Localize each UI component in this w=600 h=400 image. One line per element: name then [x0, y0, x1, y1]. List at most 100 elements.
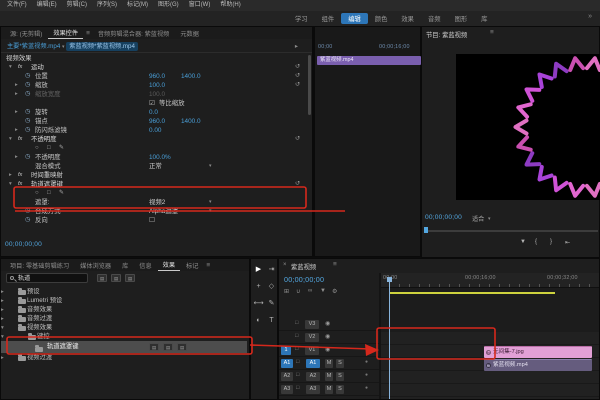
panel-tab[interactable]: 音频剪辑混合器: 紫蓝视频 [93, 28, 175, 39]
panel-menu-icon[interactable]: ≡ [331, 261, 339, 268]
program-tab[interactable]: 节目: 紫蓝视频 [426, 30, 467, 39]
chevron-down-icon[interactable]: ▾ [62, 44, 65, 50]
mute-button[interactable]: M [325, 359, 333, 368]
panel-tab[interactable]: 库 [117, 260, 133, 271]
menubar-item[interactable]: 剪辑(C) [63, 0, 91, 11]
slip-tool[interactable]: ⟷ [253, 298, 264, 310]
panel-tab[interactable]: 项目: 零基础剪辑练习 [5, 260, 74, 271]
effect-row[interactable]: 混合模式正常▾ [1, 162, 307, 171]
track-name-a2[interactable]: A2 [306, 372, 320, 381]
workspace-overflow-icon[interactable]: » [588, 13, 592, 20]
playhead-line[interactable] [389, 277, 390, 399]
snap-icon[interactable]: ∪ [296, 288, 300, 295]
mask-rect-icon[interactable]: □ [47, 189, 51, 198]
mask-pen-icon[interactable]: ✎ [59, 144, 64, 153]
param-value[interactable]: 100.0 [149, 90, 165, 99]
timeline-timecode[interactable]: 00;00;00;00 [284, 275, 324, 284]
effect-row[interactable]: 遮罩:视频2▾ [1, 198, 307, 207]
mute-button[interactable]: M [325, 385, 333, 394]
effect-item-selected[interactable]: 轨道遮罩键▤▤▤ [1, 341, 247, 353]
scrollbar[interactable] [308, 55, 311, 115]
effect-row[interactable]: ▾fx不透明度↺ [1, 135, 307, 144]
mic-icon[interactable]: ● [365, 359, 368, 365]
track-eye-icon[interactable]: ◉ [325, 320, 330, 327]
twirl-icon[interactable]: ▸ [1, 316, 4, 322]
twirl-icon[interactable]: ▸ [15, 81, 18, 90]
reset-icon[interactable]: ↺ [295, 72, 300, 81]
effect-name[interactable]: 不透明度 [31, 135, 57, 144]
program-timecode[interactable]: 00;00;00;00 [425, 214, 462, 221]
stopwatch-icon[interactable]: ◷ [25, 126, 30, 135]
track-select-tool[interactable]: ⇥ [266, 264, 277, 276]
workspace-tab-active[interactable]: 编辑 [341, 13, 368, 24]
effect-controls-timecode[interactable]: 00;00;00;00 [5, 241, 42, 248]
effect-row[interactable]: ▸◷不透明度100.0% [1, 153, 307, 162]
effects-search-box[interactable]: 轨道 [6, 273, 88, 283]
mute-button[interactable]: M [325, 372, 333, 381]
audio-track-header-a2[interactable]: A2□A2MS● [279, 370, 379, 383]
timeline-clip[interactable]: fx紫蓝视频.mp4 [484, 359, 592, 371]
chevron-down-icon[interactable]: ▾ [209, 207, 212, 216]
stopwatch-icon[interactable]: ◷ [25, 216, 30, 225]
panel-menu-icon[interactable]: ≡ [204, 262, 212, 269]
hand-tool[interactable]: ◐ [253, 315, 264, 327]
twirl-icon[interactable]: ▸ [15, 153, 18, 162]
track-eye-icon[interactable]: ◉ [325, 346, 330, 353]
mic-icon[interactable]: ● [365, 385, 368, 391]
lift-button[interactable]: { [535, 239, 537, 245]
show-keyframes-icon[interactable]: ▸ [295, 41, 298, 53]
workspace-tab-item[interactable]: 音频 [421, 13, 448, 24]
twirl-icon[interactable]: ▸ [15, 90, 18, 99]
add-marker-icon[interactable]: ▼ [320, 288, 326, 294]
panel-menu-icon[interactable]: ≡ [84, 30, 92, 37]
timeline-clip[interactable]: fx无间集-7.jpg [484, 346, 592, 358]
rolling-edit-tool[interactable]: ◇ [266, 281, 277, 293]
panel-menu-icon[interactable]: ≡ [488, 29, 496, 36]
workspace-tab-item[interactable]: 组件 [315, 13, 342, 24]
sequence-clip-label[interactable]: 紫蓝视频*紫蓝视频.mp4 [66, 42, 138, 51]
effect-filter-badge[interactable]: ▤ [111, 274, 121, 282]
source-patch-a1[interactable]: A1 [281, 359, 293, 368]
effect-name[interactable]: 轨道遮罩键 [31, 180, 63, 189]
menubar-item[interactable]: 图形(G) [154, 0, 183, 11]
stopwatch-icon[interactable]: ◷ [25, 207, 30, 216]
menubar-item[interactable]: 窗口(W) [185, 0, 215, 11]
param-value[interactable]: 1400.0 [181, 72, 201, 81]
effect-row[interactable]: ○□✎ [1, 189, 307, 198]
twirl-icon[interactable]: ▾ [1, 325, 4, 331]
program-playhead[interactable] [424, 227, 428, 233]
workspace-tab-item[interactable]: 库 [474, 13, 494, 24]
param-value[interactable]: 0.0 [149, 108, 158, 117]
dropdown-value[interactable]: Alpha遮罩 [149, 207, 178, 216]
stopwatch-icon[interactable]: ◷ [25, 90, 30, 99]
twirl-icon[interactable]: ▾ [9, 135, 12, 144]
export-frame-button[interactable]: ⇤ [565, 239, 570, 246]
track-name-a1[interactable]: A1 [306, 359, 320, 368]
effect-name[interactable]: 运动 [31, 63, 44, 72]
param-value[interactable]: 960.0 [149, 117, 165, 126]
ripple-edit-tool[interactable]: + [253, 281, 264, 293]
extract-button[interactable]: } [550, 239, 552, 245]
lock-icon[interactable]: □ [296, 385, 299, 391]
track-name-a3[interactable]: A3 [306, 385, 320, 394]
track-name-v2[interactable]: V2 [305, 333, 319, 342]
panel-tab[interactable]: 媒体浏览器 [75, 260, 116, 271]
effect-row[interactable]: ▸fx时间重映射 [1, 171, 307, 180]
menubar-item[interactable]: 帮助(H) [216, 0, 244, 11]
panel-tab[interactable]: 源: (无剪辑) [5, 28, 47, 39]
effect-row[interactable]: ☑等比缩放 [1, 99, 307, 108]
master-clip-label[interactable]: 主要*紫蓝视频.mp4 [1, 43, 60, 50]
checkbox[interactable]: ☐ [149, 216, 155, 225]
effect-bin-row[interactable]: ▸音频效果 [1, 305, 247, 314]
effect-row[interactable]: ◷反向☐ [1, 216, 307, 225]
menubar-item[interactable]: 标记(M) [123, 0, 152, 11]
timeline-ruler[interactable]: 00;0000;00;16;0000;00;32;00 [381, 273, 599, 288]
twirl-icon[interactable]: ▸ [1, 355, 4, 361]
twirl-icon[interactable]: ▸ [9, 171, 12, 180]
add-marker-button[interactable]: ▼ [520, 239, 526, 245]
param-value[interactable]: 0.00 [149, 126, 161, 135]
workspace-tab-item[interactable]: 图形 [448, 13, 475, 24]
workspace-tab-item[interactable]: 效果 [394, 13, 421, 24]
solo-button[interactable]: S [336, 372, 344, 381]
reset-effect-icon[interactable]: ↺ [295, 135, 300, 144]
